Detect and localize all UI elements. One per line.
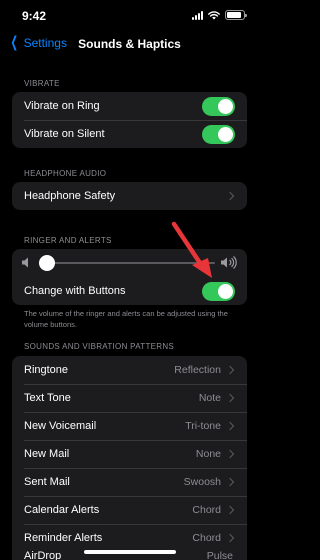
chevron-right-icon [225, 191, 235, 201]
vibrate-on-silent-row: Vibrate on Silent [12, 120, 247, 148]
chevron-right-icon [225, 393, 235, 403]
section-header-headphone-audio: HEADPHONE AUDIO [24, 169, 107, 178]
chevron-right-icon [225, 505, 235, 515]
chevron-right-icon [225, 533, 235, 543]
vibrate-on-ring-toggle[interactable] [202, 97, 235, 116]
cellular-signal-icon [192, 10, 203, 20]
row-value: None [195, 448, 221, 460]
toggle-knob [218, 127, 233, 142]
status-icons [192, 10, 247, 20]
vibrate-on-ring-row: Vibrate on Ring [12, 92, 247, 120]
headphone-safety-row[interactable]: Headphone Safety [12, 182, 247, 210]
chevron-right-icon [225, 365, 235, 375]
section-header-sounds-patterns: SOUNDS AND VIBRATION PATTERNS [24, 342, 175, 351]
battery-fill [227, 12, 242, 18]
section-header-ringer-alerts: RINGER AND ALERTS [24, 236, 112, 245]
page-title: Sounds & Haptics [78, 37, 181, 51]
row-label: AirDrop [24, 550, 62, 560]
pattern-row-sent-mail[interactable]: Sent Mail Swoosh [12, 468, 247, 496]
chevron-right-icon [225, 449, 235, 459]
row-value: Swoosh [183, 476, 221, 488]
row-label: Vibrate on Ring [24, 100, 100, 112]
status-time: 9:42 [22, 9, 47, 23]
annotation-arrow-icon [171, 221, 212, 278]
row-label: Reminder Alerts [24, 532, 103, 544]
row-label: Ringtone [24, 364, 69, 376]
vibrate-group: Vibrate on Ring Vibrate on Silent [12, 92, 247, 148]
row-value: Note [198, 392, 221, 404]
sounds-haptics-screen: 9:42 ❮ Settings Sounds & Haptics VIBRATE… [0, 0, 259, 560]
patterns-group: Ringtone Reflection Text Tone Note New Voice… [12, 356, 247, 552]
row-value: Chord [192, 504, 221, 516]
wifi-icon [208, 10, 220, 20]
status-bar: 9:42 [0, 0, 259, 30]
toggle-knob [218, 99, 233, 114]
section-header-vibrate: VIBRATE [24, 79, 60, 88]
pattern-row-ringtone[interactable]: Ringtone Reflection [12, 356, 247, 384]
row-accessory: Tri-tone [185, 412, 235, 440]
pattern-row-text-tone[interactable]: Text Tone Note [12, 384, 247, 412]
row-label: Vibrate on Silent [24, 128, 105, 140]
row-label: New Voicemail [24, 420, 97, 432]
pattern-row-calendar-alerts[interactable]: Calendar Alerts Chord [12, 496, 247, 524]
vibrate-on-silent-toggle[interactable] [202, 125, 235, 144]
battery-icon [225, 10, 247, 20]
slider-thumb[interactable] [39, 255, 56, 271]
toggle-knob [218, 284, 233, 299]
row-label: Calendar Alerts [24, 504, 100, 516]
row-label: Headphone Safety [24, 190, 116, 202]
row-accessory: Chord [192, 496, 235, 524]
ringer-footnote: The volume of the ringer and alerts can … [24, 309, 228, 329]
row-value: Reflection [174, 364, 221, 376]
chevron-right-icon [225, 421, 235, 431]
navigation-bar: ❮ Settings Sounds & Haptics [0, 30, 259, 58]
speaker-low-icon [22, 257, 28, 268]
home-indicator[interactable] [84, 550, 176, 554]
row-label: Change with Buttons [24, 285, 126, 297]
row-value: Chord [192, 532, 221, 544]
row-value: Tri-tone [185, 420, 221, 432]
row-accessory: Note [198, 384, 235, 412]
row-label: New Mail [24, 448, 70, 460]
pattern-row-new-voicemail[interactable]: New Voicemail Tri-tone [12, 412, 247, 440]
row-accessory [225, 182, 235, 210]
speaker-high-icon [221, 256, 237, 269]
headphone-group: Headphone Safety [12, 182, 247, 210]
change-with-buttons-toggle[interactable] [202, 282, 235, 301]
row-label: Text Tone [24, 392, 71, 404]
row-accessory: Reflection [174, 356, 235, 384]
row-label: Sent Mail [24, 476, 70, 488]
chevron-right-icon [225, 477, 235, 487]
row-value: Pulse [206, 550, 233, 560]
row-accessory: None [195, 440, 235, 468]
row-accessory: Swoosh [183, 468, 235, 496]
pattern-row-new-mail[interactable]: New Mail None [12, 440, 247, 468]
